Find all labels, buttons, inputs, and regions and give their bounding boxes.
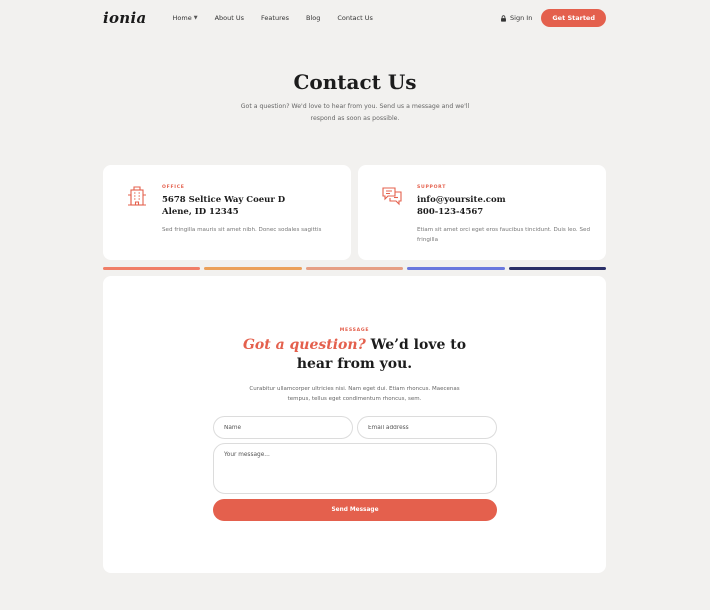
color-bar [204,267,302,270]
support-contact: info@yoursite.com 800-123-4567 [417,194,592,218]
message-textarea[interactable] [213,443,497,494]
nav-item-label: Home [172,14,192,22]
page-title: Contact Us [293,70,417,94]
nav-item-label: About Us [214,14,245,22]
color-bars [103,267,607,270]
nav-item-label: Contact Us [337,14,373,22]
page-subtitle: Got a question? We'd love to hear from y… [240,103,470,122]
nav-item-home[interactable]: Home ▼ [173,14,198,22]
form-description: Curabitur ullamcorper ultricies nisi. Na… [249,386,460,402]
contact-form-card: MESSAGE Got a question? We’d love to hea… [103,276,606,573]
logo[interactable]: ionia [103,9,147,27]
nav-item-about-us[interactable]: About Us [215,14,244,22]
form-title-accent: Got a question? [242,337,366,353]
support-description: Etiam sit amet orci eget eros faucibus t… [417,227,591,243]
office-eyebrow: OFFICE [162,185,185,190]
nav-actions: Sign In Get Started [500,9,606,27]
name-input[interactable] [213,416,353,439]
nav-item-label: Features [261,14,289,22]
support-email[interactable]: info@yoursite.com [417,194,592,206]
nav-item-contact-us[interactable]: Contact Us [337,14,373,22]
color-bar [508,267,607,270]
form-title: Got a question? We’d love to hear from y… [223,336,486,374]
office-address-line2: Alene, ID 12345 [162,207,239,217]
building-icon [128,186,146,206]
office-address-line1: 5678 Seltice Way Coeur D [162,195,286,205]
nav-item-blog[interactable]: Blog [306,14,320,22]
support-card-body: SUPPORT info@yoursite.com 800-123-4567 E… [417,185,592,245]
office-address: 5678 Seltice Way Coeur D Alene, ID 12345 [162,194,337,218]
office-card: OFFICE 5678 Seltice Way Coeur D Alene, I… [103,165,351,260]
message-eyebrow: MESSAGE [339,328,370,333]
main-menu: Home ▼ About Us Features Blog Contact Us [173,14,373,22]
office-card-body: OFFICE 5678 Seltice Way Coeur D Alene, I… [162,185,337,236]
sign-in-link[interactable]: Sign In [500,14,532,22]
nav-item-label: Blog [305,14,321,22]
send-message-button[interactable]: Send Message [213,499,497,521]
support-phone[interactable]: 800-123-4567 [417,206,592,218]
support-card: SUPPORT info@yoursite.com 800-123-4567 E… [358,165,606,260]
color-bar [407,267,505,270]
sign-in-label: Sign In [510,14,533,22]
get-started-button[interactable]: Get Started [541,9,606,27]
color-bar [103,267,201,270]
email-input[interactable] [357,416,497,439]
support-eyebrow: SUPPORT [417,185,447,190]
top-navigation: ionia Home ▼ About Us Features Blog Cont… [103,8,606,28]
office-description: Sed fringilla mauris sit amet nibh. Done… [162,227,322,233]
lock-icon [501,14,506,22]
color-bar [305,267,404,270]
chevron-down-icon: ▼ [193,15,198,21]
nav-item-features[interactable]: Features [261,14,289,22]
chat-bubbles-icon [382,187,402,206]
